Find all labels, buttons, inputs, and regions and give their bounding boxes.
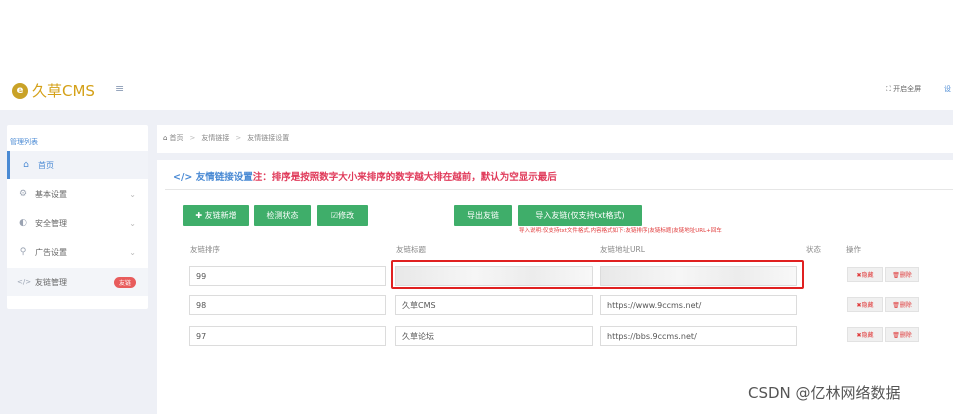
order-input[interactable]: 99 [189,266,386,286]
highlight-box [391,260,804,289]
column-header-url: 友链地址URL [600,245,645,254]
home-icon: ⌂ [23,160,29,170]
sidebar-item-ads[interactable]: ⚲ 广告设置 ⌄ [7,238,148,266]
hide-button[interactable]: ✖隐藏 [847,327,883,342]
fullscreen-button[interactable]: ⛶ 开启全屏 [886,84,921,94]
sidebar: 管理列表 ⌂ 首页 ⚙ 基本设置 ⌄ ◐ 安全管理 ⌄ ⚲ 广告设置 ⌄ </>… [7,125,148,309]
chevron-down-icon: ⌄ [129,247,136,257]
sidebar-item-label: 首页 [38,160,54,170]
order-input[interactable]: 98 [189,295,386,315]
export-links-button[interactable]: 导出友链 [454,205,512,226]
security-icon: ◐ [19,218,27,228]
url-input[interactable]: https://bbs.9ccms.net/ [600,326,797,346]
column-header-order: 友链排序 [190,245,220,254]
breadcrumb-home[interactable]: 首页 [169,134,183,142]
url-input[interactable]: https://www.9ccms.net/ [600,295,797,315]
check-status-button[interactable]: 检测状态 [254,205,311,226]
delete-button[interactable]: 🗑删除 [885,297,919,312]
app-logo[interactable]: e 久草CMS [12,80,95,101]
import-links-button[interactable]: 导入友链(仅支持txt格式) [518,205,642,226]
add-link-button[interactable]: ✚ 友链新增 [183,205,249,226]
sidebar-header: 管理列表 [10,138,38,146]
page-title: </> 友情链接设置注：排序是按照数字大小来排序的数字越大排在越前，默认为空显示… [173,169,557,183]
gear-icon: ⚙ [18,189,28,199]
sidebar-item-security[interactable]: ◐ 安全管理 ⌄ [7,209,148,237]
sitemap-icon: ⚲ [19,247,27,257]
page-title-note: 注：排序是按照数字大小来排序的数字越大排在越前，默认为空显示最后 [252,172,557,183]
sidebar-item-label: 基本设置 [35,189,67,199]
column-header-title: 友链标题 [396,245,426,254]
chevron-down-icon: ⌄ [129,218,136,228]
title-input[interactable]: 久草CMS [395,295,593,315]
watermark: CSDN @亿林网络数据 [748,384,901,402]
home-icon: ⌂ [163,134,168,142]
top-bar: e 久草CMS ≡ ⛶ 开启全屏 设 [0,66,953,110]
divider [165,189,953,190]
breadcrumb-current: 友情链接设置 [247,134,290,142]
column-header-status: 状态 [806,245,821,254]
hide-button[interactable]: ✖隐藏 [847,297,883,312]
delete-button[interactable]: 🗑删除 [885,267,919,282]
menu-toggle-icon[interactable]: ≡ [115,82,124,95]
code-icon: </> [17,278,32,286]
import-note: 导入说明:仅支持txt文件格式,内容格式如下:友链排序|友链标题|友链地址URL… [519,228,722,234]
order-input[interactable]: 97 [189,326,386,346]
sidebar-item-label: 广告设置 [35,247,67,257]
hide-button[interactable]: ✖隐藏 [847,267,883,282]
column-header-actions: 操作 [846,245,861,254]
title-input[interactable]: 久草论坛 [395,326,593,346]
chevron-down-icon: ⌄ [129,189,136,199]
logo-icon: e [12,82,28,99]
breadcrumb-separator: > [235,134,242,142]
sidebar-item-home[interactable]: ⌂ 首页 [7,151,148,179]
sidebar-item-label: 友链管理 [35,277,67,287]
links-badge: 友链 [113,276,136,288]
sidebar-item-label: 安全管理 [35,218,67,228]
divider [157,153,953,160]
delete-button[interactable]: 🗑删除 [885,327,919,342]
breadcrumb-links[interactable]: 友情链接 [201,134,229,142]
breadcrumb: ⌂ 首页 > 友情链接 > 友情链接设置 [163,133,289,143]
edit-button[interactable]: ☑修改 [317,205,368,226]
app-name: 久草CMS [32,82,95,100]
topbar-more-link[interactable]: 设 [944,84,951,94]
sidebar-item-basic-settings[interactable]: ⚙ 基本设置 ⌄ [7,180,148,208]
page-title-main: 友情链接设置 [195,172,253,183]
breadcrumb-separator: > [189,134,196,142]
sidebar-item-links[interactable]: </> 友链管理 友链 [7,268,148,296]
code-icon: </> [173,172,193,183]
